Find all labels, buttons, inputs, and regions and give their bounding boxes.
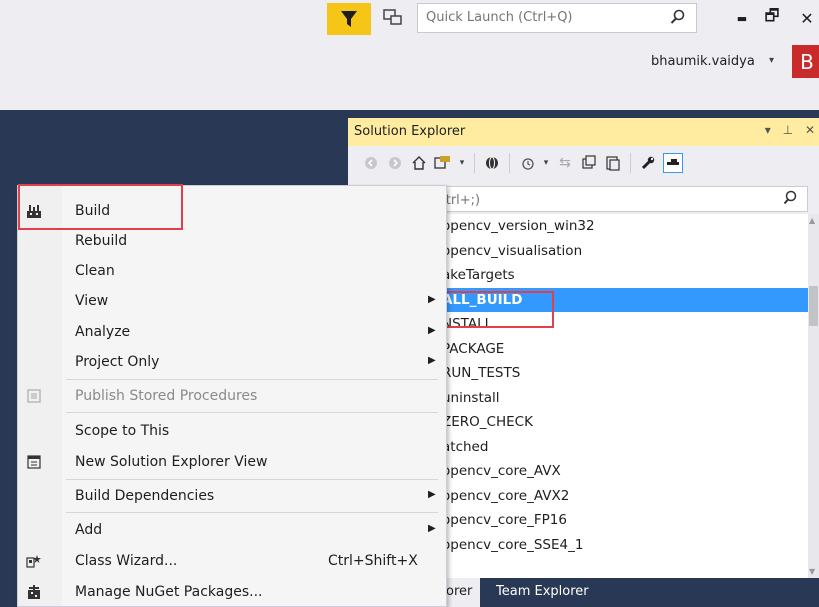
collapse-all-icon[interactable] xyxy=(580,154,598,172)
pin-icon[interactable]: ⊥ xyxy=(783,123,793,137)
menu-separator xyxy=(66,479,438,480)
scroll-up-icon[interactable]: ▲ xyxy=(809,216,815,225)
close-window-button[interactable]: ✕ xyxy=(793,4,819,32)
avatar[interactable]: B xyxy=(792,45,819,78)
all-build-highlight xyxy=(435,291,554,328)
filter-icon xyxy=(341,11,357,27)
tree-scrollbar[interactable]: ▲ ▼ xyxy=(808,214,819,578)
menu-item-label: Analyze xyxy=(75,324,131,340)
dropdown-icon[interactable]: ▾ xyxy=(765,123,771,137)
search-icon xyxy=(670,9,685,24)
minimize-icon: ▬ xyxy=(736,11,748,25)
panel-title: Solution Explorer xyxy=(354,124,466,139)
menu-item-label: Publish Stored Procedures xyxy=(75,388,258,404)
submenu-arrow-icon: ▶ xyxy=(428,523,436,534)
notification-filter-button[interactable] xyxy=(327,3,371,35)
submenu-arrow-icon: ▶ xyxy=(428,294,436,305)
show-all-files-icon[interactable] xyxy=(604,154,622,172)
new-view-icon xyxy=(25,453,43,471)
menu-item-label: Rebuild xyxy=(75,233,128,249)
context-menu: Build Rebuild Clean View ▶ Analyze ▶ Pro… xyxy=(17,185,447,607)
title-bar: ▬ 🗗 ✕ bhaumik.vaidya ▾ B xyxy=(0,0,819,110)
menu-item-build-dependencies[interactable]: Build Dependencies ▶ xyxy=(18,481,446,511)
chevron-down-icon[interactable]: ▾ xyxy=(542,154,550,172)
menu-item-label: Project Only xyxy=(75,354,160,370)
submenu-arrow-icon: ▶ xyxy=(428,325,436,336)
menu-item-clean[interactable]: Clean xyxy=(18,256,446,286)
toolbar-divider xyxy=(630,153,631,173)
menu-item-label: Scope to This xyxy=(75,423,170,439)
minimize-button[interactable]: ▬ xyxy=(728,4,756,32)
menu-item-publish-stored-procedures[interactable]: Publish Stored Procedures xyxy=(18,381,446,411)
menu-item-rebuild[interactable]: Rebuild xyxy=(18,226,446,256)
home-icon[interactable] xyxy=(410,154,428,172)
forward-icon[interactable] xyxy=(386,154,404,172)
menu-separator xyxy=(66,412,438,413)
switch-views-icon[interactable] xyxy=(434,154,452,172)
menu-shortcut: Ctrl+Shift+X xyxy=(328,553,418,569)
search-icon xyxy=(783,190,797,205)
toolbar-divider xyxy=(474,153,475,173)
close-icon[interactable]: ✕ xyxy=(805,123,815,137)
menu-item-label: Add xyxy=(75,522,103,538)
quick-launch-box[interactable] xyxy=(417,3,697,33)
quick-launch-input[interactable] xyxy=(418,4,674,30)
menu-item-manage-nuget[interactable]: Manage NuGet Packages... xyxy=(18,577,446,607)
user-menu-caret-icon[interactable]: ▾ xyxy=(769,55,774,66)
menu-item-new-solution-explorer-view[interactable]: New Solution Explorer View xyxy=(18,447,446,477)
menu-item-label: New Solution Explorer View xyxy=(75,454,268,470)
menu-item-label: View xyxy=(75,293,109,309)
publish-icon xyxy=(25,387,43,405)
feedback-icon[interactable] xyxy=(383,8,403,28)
build-item-highlight xyxy=(18,184,183,230)
submenu-arrow-icon: ▶ xyxy=(428,489,436,500)
menu-separator xyxy=(66,379,438,380)
pending-changes-icon[interactable] xyxy=(518,154,536,172)
menu-item-class-wizard[interactable]: Class Wizard... Ctrl+Shift+X xyxy=(18,546,446,576)
submenu-arrow-icon: ▶ xyxy=(428,355,436,366)
preview-selected-items-icon[interactable] xyxy=(663,153,683,173)
scroll-down-icon[interactable]: ▼ xyxy=(809,567,815,576)
user-name[interactable]: bhaumik.vaidya xyxy=(651,54,755,69)
menu-item-project-only[interactable]: Project Only ▶ xyxy=(18,347,446,377)
properties-wrench-icon[interactable] xyxy=(639,154,657,172)
restore-icon: 🗗 xyxy=(764,5,780,25)
tab-team-explorer[interactable]: Team Explorer xyxy=(488,578,597,607)
toolbar-divider xyxy=(509,153,510,173)
menu-separator xyxy=(66,512,438,513)
globe-icon[interactable] xyxy=(483,154,501,172)
menu-item-label: Class Wizard... xyxy=(75,553,178,569)
menu-item-label: Manage NuGet Packages... xyxy=(75,584,263,600)
restore-button[interactable]: 🗗 xyxy=(758,4,786,32)
close-icon: ✕ xyxy=(800,8,814,28)
menu-item-view[interactable]: View ▶ xyxy=(18,286,446,316)
menu-item-label: Build Dependencies xyxy=(75,488,215,504)
chevron-down-icon[interactable]: ▾ xyxy=(458,154,466,172)
nuget-icon xyxy=(25,583,43,601)
back-icon[interactable] xyxy=(362,154,380,172)
solution-explorer-toolbar: ▾ ▾ ⇆ xyxy=(348,146,819,180)
menu-item-add[interactable]: Add ▶ xyxy=(18,515,446,545)
class-wizard-icon xyxy=(25,552,43,570)
menu-item-analyze[interactable]: Analyze ▶ xyxy=(18,317,446,347)
solution-explorer-header: Solution Explorer ▾ ⊥ ✕ xyxy=(348,118,819,146)
menu-item-scope-to-this[interactable]: Scope to This xyxy=(18,416,446,446)
scrollbar-thumb[interactable] xyxy=(809,286,818,326)
sync-icon[interactable]: ⇆ xyxy=(556,154,574,172)
avatar-letter: B xyxy=(800,49,814,74)
menu-item-label: Clean xyxy=(75,263,115,279)
